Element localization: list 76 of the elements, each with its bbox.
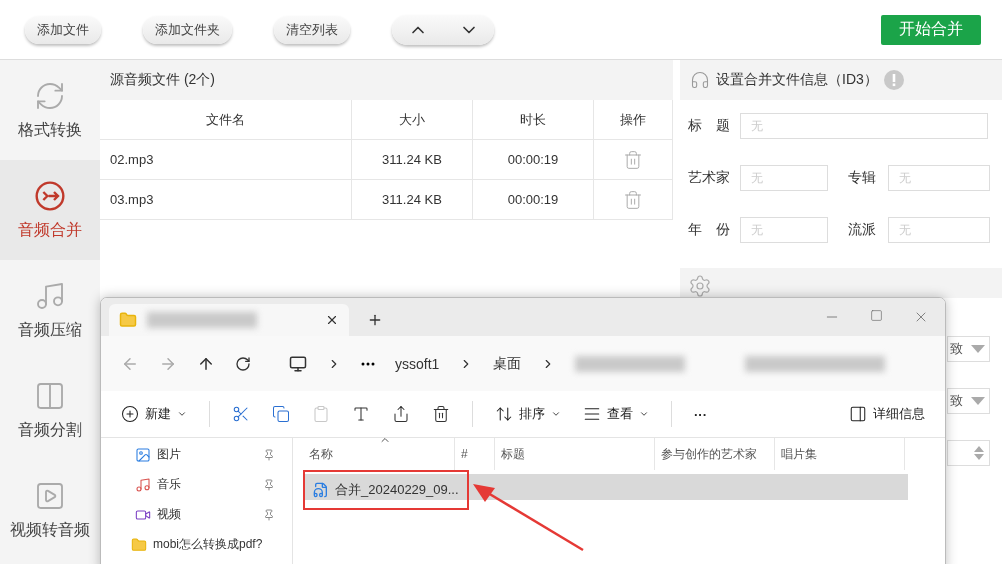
nav-item[interactable]: mobi怎么转换成pdf?: [131, 536, 271, 553]
audio-file-icon: [313, 482, 329, 498]
table-cell: 311.24 KB: [352, 140, 473, 180]
sidebar-item[interactable]: 格式转换: [0, 60, 100, 160]
merge-icon: [34, 179, 66, 212]
breadcrumb-item[interactable]: 桌面: [493, 354, 522, 373]
image-icon: [135, 446, 151, 463]
pin-icon[interactable]: [263, 478, 275, 491]
caret-icon: [639, 409, 649, 419]
sort-button[interactable]: 排序: [495, 405, 561, 423]
music-note-icon: [135, 476, 151, 493]
close-icon[interactable]: [325, 313, 339, 327]
toolbar-button[interactable]: 添加文件夹: [143, 15, 232, 44]
caret-icon: [177, 409, 187, 419]
column-header: 大小: [352, 100, 473, 140]
nav-item[interactable]: 视频: [135, 506, 275, 523]
folder-icon: [119, 311, 137, 329]
pin-icon[interactable]: [263, 508, 275, 521]
file-row[interactable]: 合并_20240229_09...: [303, 470, 908, 510]
ellipsis-icon[interactable]: [361, 361, 375, 366]
trash-icon[interactable]: [432, 405, 450, 423]
lines-icon: [583, 405, 601, 423]
field-label: 流派: [848, 221, 877, 239]
dropdown[interactable]: 致: [947, 336, 990, 362]
view-button[interactable]: 查看: [583, 405, 649, 423]
table-cell: 00:00:19: [473, 140, 594, 180]
plus-icon: [121, 405, 139, 423]
panel-icon: [849, 405, 867, 423]
sidebar-item[interactable]: 音频分割: [0, 360, 100, 460]
more-button[interactable]: ···: [694, 406, 707, 422]
folder-icon: [131, 536, 147, 553]
table-cell: 03.mp3: [100, 180, 352, 220]
pin-icon[interactable]: [263, 448, 275, 461]
field-label: 专辑: [848, 169, 877, 187]
breadcrumb-item[interactable]: yssoft1: [395, 355, 440, 372]
dropdown[interactable]: 致: [947, 388, 990, 414]
file-name: 合并_20240229_09...: [335, 481, 459, 499]
headphones-icon: [690, 70, 710, 90]
toolbar-button[interactable]: 清空列表: [274, 15, 350, 44]
panel-title: 设置合并文件信息（ID3）: [716, 71, 878, 89]
column-header[interactable]: #: [461, 447, 468, 461]
column-header[interactable]: 名称: [309, 445, 333, 463]
new-tab-icon[interactable]: [367, 312, 383, 328]
table-cell: 00:00:19: [473, 180, 594, 220]
monitor-icon[interactable]: [289, 354, 307, 373]
field-label: 年 份: [688, 221, 731, 239]
sort-icon: [495, 405, 513, 423]
maximize-icon[interactable]: [870, 309, 883, 322]
field-label: 标 题: [688, 117, 731, 135]
gear-icon: [688, 274, 712, 298]
number-spinner[interactable]: [947, 440, 990, 466]
toolbar-button[interactable]: 添加文件: [25, 15, 101, 44]
sidebar-item[interactable]: 音频压缩: [0, 260, 100, 360]
column-header: 文件名: [100, 100, 352, 140]
table-cell: 311.24 KB: [352, 180, 473, 220]
rename-icon[interactable]: [352, 405, 370, 423]
refresh-icon[interactable]: [235, 355, 251, 372]
share-icon[interactable]: [392, 405, 410, 423]
new-button[interactable]: 新建: [121, 405, 187, 423]
column-header[interactable]: 参与创作的艺术家: [661, 445, 757, 463]
panel-title: 源音频文件 (2个): [110, 71, 215, 89]
copy-icon[interactable]: [272, 405, 290, 423]
table-cell: 02.mp3: [100, 140, 352, 180]
column-header: 操作: [594, 100, 673, 140]
column-header: 时长: [473, 100, 594, 140]
nav-item[interactable]: 图片: [135, 446, 275, 463]
sidebar-item[interactable]: 音频合并: [0, 160, 100, 260]
nav-item[interactable]: 音乐: [135, 476, 275, 493]
field-label: 艺术家: [688, 169, 731, 187]
column-header[interactable]: 唱片集: [781, 445, 817, 463]
caret-icon: [551, 409, 561, 419]
scissors-icon[interactable]: [232, 405, 250, 423]
column-header[interactable]: 标题: [501, 445, 525, 463]
details-button[interactable]: 详细信息: [849, 405, 925, 423]
sidebar-item[interactable]: 视频转音频: [0, 460, 100, 560]
spinner-arrows-icon[interactable]: [973, 445, 985, 461]
